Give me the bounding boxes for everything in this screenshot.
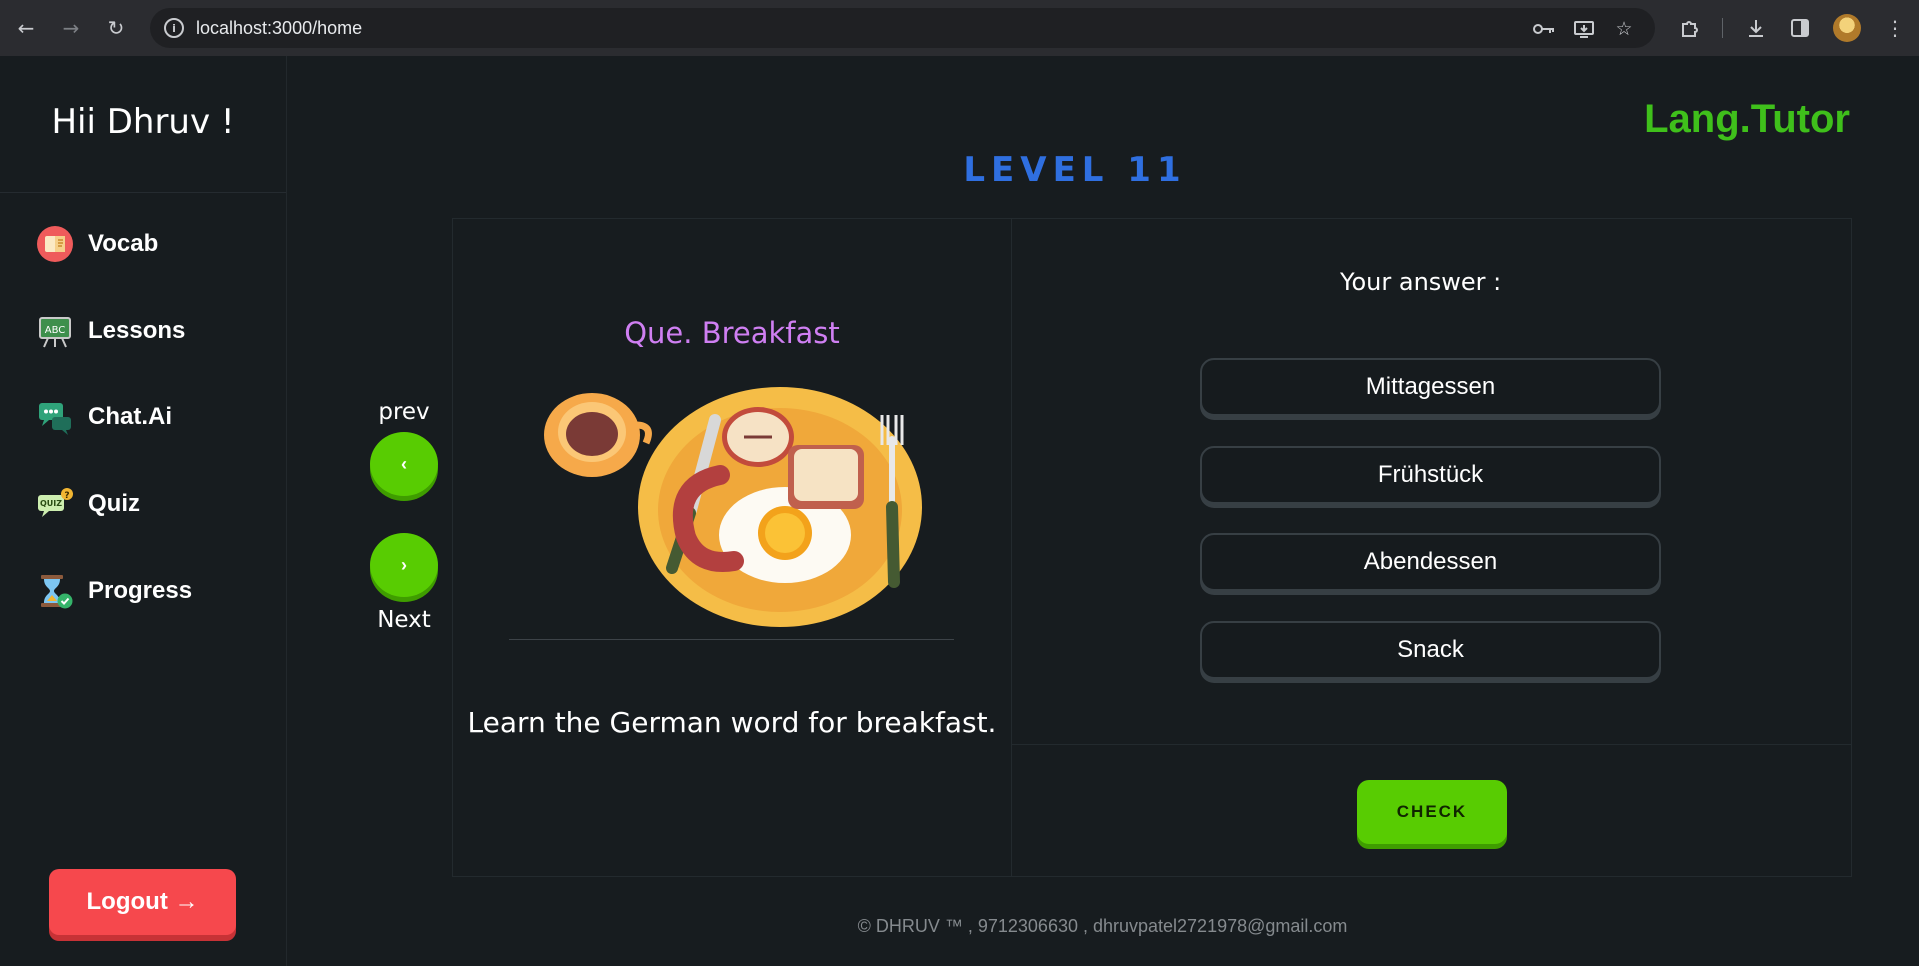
image-underline — [509, 639, 954, 640]
svg-text:?: ? — [64, 491, 69, 501]
prev-button[interactable]: ‹ — [370, 432, 438, 496]
sidebar-item-chat-ai[interactable]: Chat.Ai — [36, 395, 172, 439]
sidebar-item-label: Quiz — [88, 490, 140, 517]
answer-option-4[interactable]: Snack — [1200, 621, 1661, 679]
browser-menu-icon[interactable]: ⋮ — [1881, 14, 1909, 42]
sidebar-item-lessons[interactable]: ABC Lessons — [36, 309, 185, 353]
hourglass-check-icon — [36, 572, 74, 610]
sidebar-divider — [0, 192, 286, 193]
address-bar[interactable]: i localhost:3000/home ☆ — [150, 8, 1655, 48]
browser-toolbar: ← → ↻ i localhost:3000/home ☆ ⋮ — [0, 0, 1919, 56]
breakfast-plate-illustration — [540, 385, 930, 639]
answer-option-3[interactable]: Abendessen — [1200, 533, 1661, 591]
sidebar-item-label: Vocab — [88, 230, 159, 257]
answer-option-2[interactable]: Frühstück — [1200, 446, 1661, 504]
brand-logo[interactable]: Lang.Tutor — [1644, 97, 1850, 142]
sidebar-item-label: Progress — [88, 577, 193, 604]
next-label: Next — [377, 607, 431, 633]
sidebar: Hii Dhruv ! Vocab ABC Lessons Chat.Ai QU… — [0, 56, 287, 966]
back-arrow-icon[interactable]: ← — [12, 14, 40, 42]
profile-avatar[interactable] — [1833, 14, 1861, 42]
book-icon — [36, 225, 74, 263]
sidebar-item-progress[interactable]: Progress — [36, 569, 192, 613]
extensions-puzzle-icon[interactable] — [1676, 14, 1704, 42]
forward-arrow-icon[interactable]: → — [57, 14, 85, 42]
reload-icon[interactable]: ↻ — [102, 14, 130, 42]
lesson-hint: Learn the German word for breakfast. — [467, 706, 997, 739]
next-button[interactable]: › — [370, 533, 438, 597]
card-divider-vertical — [1011, 218, 1012, 877]
bookmark-star-icon[interactable]: ☆ — [1612, 17, 1636, 41]
question-title: Que. Breakfast — [624, 316, 840, 350]
logout-button[interactable]: Logout → — [49, 869, 236, 935]
url-text[interactable]: localhost:3000/home — [196, 18, 362, 39]
answer-option-1[interactable]: Mittagessen — [1200, 358, 1661, 416]
chevron-left-icon: ‹ — [401, 453, 407, 474]
chat-bubbles-icon — [36, 398, 74, 436]
svg-text:QUIZ: QUIZ — [40, 499, 62, 508]
sidebar-item-quiz[interactable]: QUIZ? Quiz — [36, 482, 140, 526]
svg-text:ABC: ABC — [45, 325, 66, 336]
level-title: LEVEL 11 — [963, 150, 1187, 190]
site-info-icon[interactable]: i — [164, 18, 184, 38]
password-key-icon[interactable] — [1532, 17, 1556, 41]
side-panel-icon[interactable] — [1786, 14, 1814, 42]
toolbar-divider — [1722, 18, 1723, 38]
check-button[interactable]: CHECK — [1357, 780, 1507, 844]
prev-label: prev — [378, 399, 430, 425]
install-app-icon[interactable] — [1572, 17, 1596, 41]
card-divider-horizontal — [1012, 744, 1852, 745]
chevron-right-icon: › — [401, 554, 407, 575]
user-greeting: Hii Dhruv ! — [51, 102, 235, 142]
answer-title: Your answer : — [1340, 268, 1502, 296]
sidebar-item-label: Chat.Ai — [88, 403, 172, 430]
sidebar-item-vocab[interactable]: Vocab — [36, 222, 158, 266]
chalkboard-icon: ABC — [36, 312, 74, 350]
quiz-icon: QUIZ? — [36, 485, 74, 523]
downloads-icon[interactable] — [1742, 14, 1770, 42]
sidebar-item-label: Lessons — [88, 317, 186, 344]
footer-credits: © DHRUV ™ , 9712306630 , dhruvpatel27219… — [857, 916, 1348, 936]
